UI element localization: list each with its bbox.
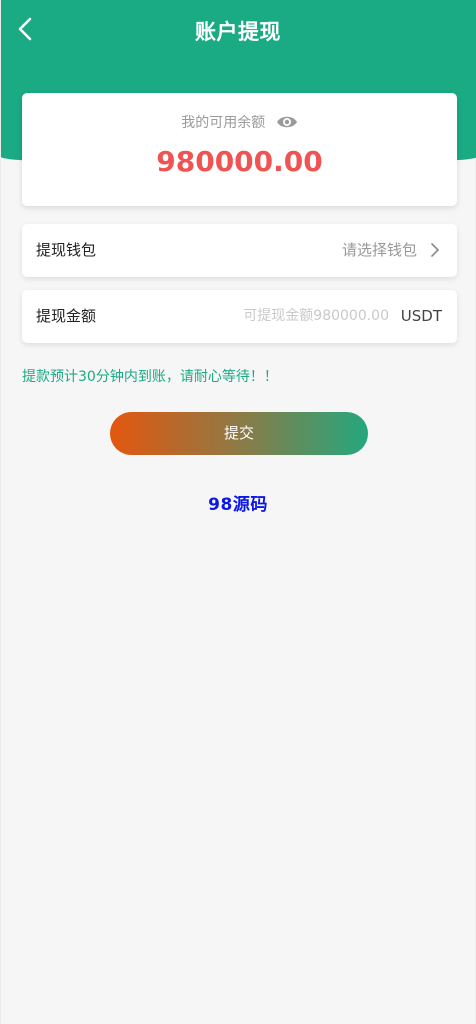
- amount-input[interactable]: [189, 303, 389, 329]
- chevron-right-icon: [431, 243, 439, 257]
- balance-label: 我的可用余额: [181, 115, 266, 131]
- currency-unit: USDT: [400, 307, 442, 325]
- page-title: 账户提现: [195, 20, 281, 44]
- wallet-label: 提现钱包: [36, 241, 97, 259]
- submit-button[interactable]: 提交: [110, 412, 368, 455]
- amount-label: 提现金额: [36, 307, 97, 325]
- balance-label-row: 我的可用余额: [22, 113, 457, 133]
- wallet-select-value: 请选择钱包: [341, 241, 417, 259]
- eye-icon[interactable]: [276, 114, 298, 130]
- wallet-select-row[interactable]: 提现钱包 请选择钱包: [22, 224, 457, 277]
- balance-card: 我的可用余额 980000.00: [22, 93, 457, 206]
- withdraw-page: 账户提现 我的可用余额 980000.00 提现钱包 请选择钱包 提现金额 US…: [0, 0, 476, 1024]
- arrival-notice: 提款预计30分钟内到账，请耐心等待！！: [22, 369, 278, 385]
- balance-amount: 980000.00: [156, 145, 323, 178]
- amount-row: 提现金额 USDT: [22, 290, 457, 343]
- watermark-text: 98源码: [208, 495, 268, 515]
